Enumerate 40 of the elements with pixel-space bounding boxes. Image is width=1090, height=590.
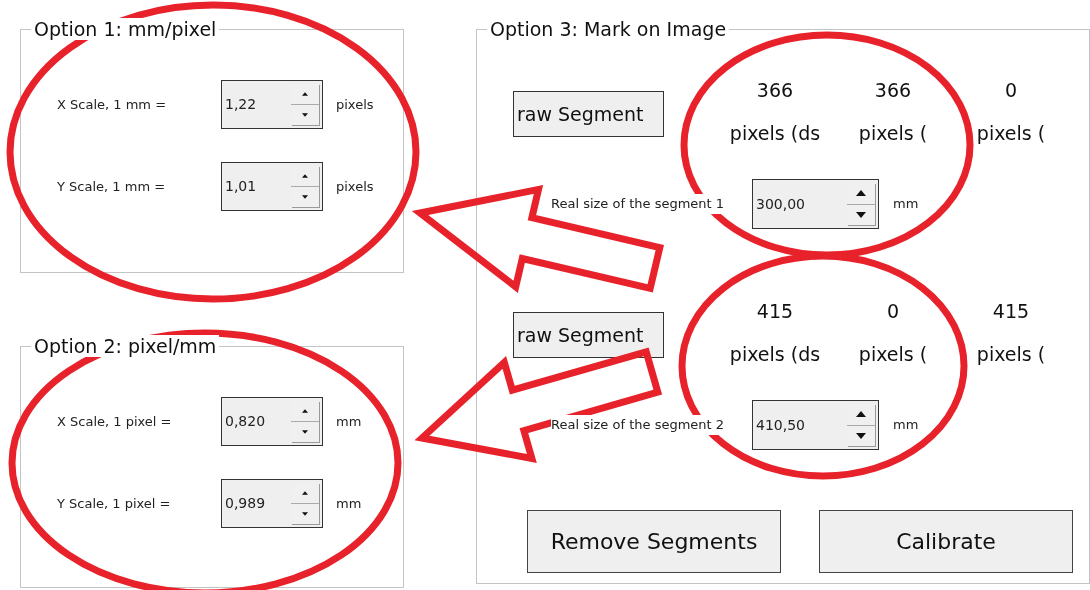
action-button[interactable]: Remove Segments	[527, 510, 781, 573]
field-label: Real size of the segment 1	[551, 194, 725, 214]
triangle-down-icon	[302, 512, 308, 516]
draw-segment-button[interactable]: raw Segment	[513, 91, 664, 137]
unit-label: mm	[336, 412, 362, 431]
unit-label: mm	[893, 195, 919, 214]
triangle-up-icon	[302, 491, 308, 495]
pixel-unit-label: pixels (ds	[729, 342, 821, 366]
draw-segment-button[interactable]: raw Segment	[513, 312, 664, 358]
triangle-up-icon	[302, 92, 308, 96]
unit-label: mm	[336, 494, 362, 513]
triangle-up-icon	[856, 190, 866, 197]
action-button[interactable]: Calibrate	[819, 510, 1073, 573]
triangle-down-icon	[302, 113, 308, 117]
field-label: X Scale, 1 pixel =	[57, 412, 173, 431]
spin-up-button[interactable]	[847, 404, 875, 426]
triangle-down-icon	[856, 432, 866, 439]
field-label: X Scale, 1 mm =	[57, 95, 168, 114]
pixel-unit-label: pixels (	[858, 121, 928, 145]
pixel-unit-label: pixels (	[976, 121, 1046, 145]
unit-label: pixels	[336, 177, 374, 196]
number-field[interactable]: 410,50	[752, 400, 879, 450]
field-label: Y Scale, 1 mm =	[57, 177, 167, 196]
unit-label: mm	[893, 416, 919, 435]
pixel-unit-label: pixels (	[976, 342, 1046, 366]
field-label: Real size of the segment 2	[551, 415, 725, 435]
pixel-unit-label: pixels (	[858, 342, 928, 366]
triangle-up-icon	[856, 411, 866, 418]
pixel-unit-label: pixels (ds	[729, 121, 821, 145]
triangle-down-icon	[302, 430, 308, 434]
spin-down-button[interactable]	[847, 204, 875, 225]
spin-up-button[interactable]	[847, 183, 875, 205]
triangle-up-icon	[302, 174, 308, 178]
unit-label: pixels	[336, 95, 374, 114]
triangle-down-icon	[856, 211, 866, 218]
number-field[interactable]: 300,00	[752, 179, 879, 229]
triangle-down-icon	[302, 195, 308, 199]
spin-down-button[interactable]	[847, 425, 875, 446]
field-label: Y Scale, 1 pixel =	[57, 494, 172, 513]
triangle-up-icon	[302, 409, 308, 413]
